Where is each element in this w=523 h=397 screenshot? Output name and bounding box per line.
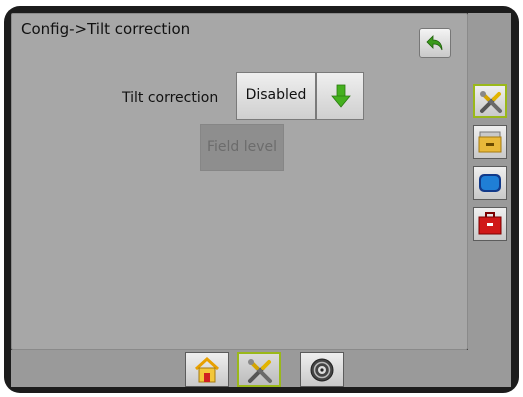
- main-panel: Config->Tilt correction Tilt correction …: [11, 13, 468, 350]
- tools-icon: [248, 359, 272, 383]
- back-arrow-icon: [426, 35, 443, 51]
- tilt-correction-label: Tilt correction: [122, 90, 219, 106]
- bottom-home-button[interactable]: [185, 352, 229, 387]
- rail-toolbox-button[interactable]: [473, 207, 507, 241]
- tools-icon: [480, 91, 502, 113]
- rail-display-button[interactable]: [473, 166, 507, 200]
- bottom-tools-button[interactable]: [237, 352, 281, 387]
- dropdown-button[interactable]: [316, 72, 364, 120]
- field-level-button[interactable]: Field level: [200, 124, 284, 171]
- rail-storage-button[interactable]: [473, 125, 507, 159]
- toolbox-icon: [478, 212, 502, 235]
- page-title: Config->Tilt correction: [21, 20, 191, 38]
- gnss-icon: [310, 358, 334, 382]
- folder-icon: [478, 131, 502, 153]
- down-arrow-icon: [331, 84, 351, 108]
- back-button[interactable]: [419, 28, 451, 58]
- bottom-gnss-button[interactable]: [300, 352, 344, 387]
- rail-tools-button[interactable]: [473, 84, 507, 118]
- display-icon: [479, 174, 501, 192]
- tilt-correction-value[interactable]: Disabled: [236, 72, 316, 120]
- home-icon: [194, 356, 220, 383]
- tilt-correction-dropdown[interactable]: Disabled: [236, 72, 364, 120]
